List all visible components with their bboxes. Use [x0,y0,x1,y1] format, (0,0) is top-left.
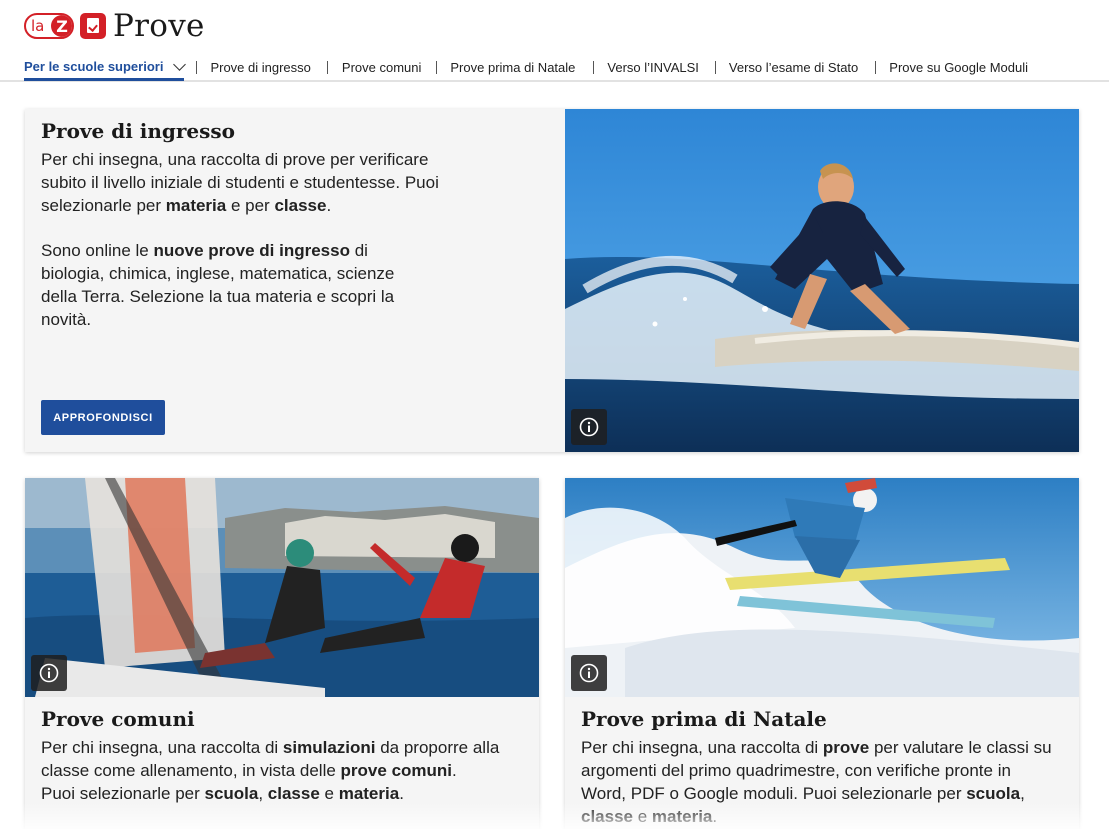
chevron-down-icon [173,57,187,71]
nav-item-prove-natale[interactable]: Prove prima di Natale [450,60,575,75]
nav-divider [326,60,328,74]
nav-divider [593,60,595,74]
nav-divider [714,60,716,74]
nav-item-prove-ingresso[interactable]: Prove di ingresso [210,60,310,75]
card-prove-ingresso: Prove di ingresso Per chi insegna, una r… [25,109,1079,452]
surfing-photo [565,109,1079,452]
info-icon [579,663,599,683]
info-icon [579,417,599,437]
card-description: Per chi insegna, una raccolta di prove p… [41,150,439,215]
image-info-button[interactable] [31,655,67,691]
page-title: Prove [113,8,205,44]
nav-item-esame-stato[interactable]: Verso l’esame di Stato [729,60,858,75]
card-title: Prove prima di Natale [581,707,827,731]
image-info-button[interactable] [571,655,607,691]
approfondisci-button[interactable]: APPROFONDISCI [41,400,165,435]
sailing-photo [25,478,539,697]
card-prove-natale: Prove prima di Natale Per chi insegna, u… [565,478,1079,829]
nav-divider [436,60,438,74]
section-nav: Per le scuole superiori Prove di ingress… [24,56,1028,81]
card-description: Per chi insegna, una raccolta di prove p… [581,738,1052,826]
info-icon [39,663,59,683]
card-title: Prove di ingresso [41,119,236,143]
zanichelli-logo: la Z [24,13,74,39]
card-description: Per chi insegna, una raccolta di simulaz… [41,738,500,803]
nav-divider [196,60,198,74]
nav-divider [875,60,877,74]
nav-item-prove-comuni[interactable]: Prove comuni [342,60,421,75]
dropdown-label: Per le scuole superiori [24,59,164,74]
skiing-photo [565,478,1079,697]
image-info-button[interactable] [571,409,607,445]
card-prove-comuni: Prove comuni Per chi insegna, una raccol… [25,478,539,829]
site-header: la Z Prove Per le scuole superiori Prove… [0,0,1109,82]
logo-z-text: Z [51,15,72,37]
brand[interactable]: la Z Prove [24,10,205,42]
nav-item-invalsi[interactable]: Verso l’INVALSI [607,60,699,75]
nav-item-google-moduli[interactable]: Prove su Google Moduli [889,60,1028,75]
school-level-dropdown[interactable]: Per le scuole superiori [24,57,187,81]
book-check-icon [80,13,106,39]
card-title: Prove comuni [41,707,195,731]
card-news: Sono online le nuove prove di ingresso d… [41,241,395,329]
logo-la-text: la [31,17,45,35]
